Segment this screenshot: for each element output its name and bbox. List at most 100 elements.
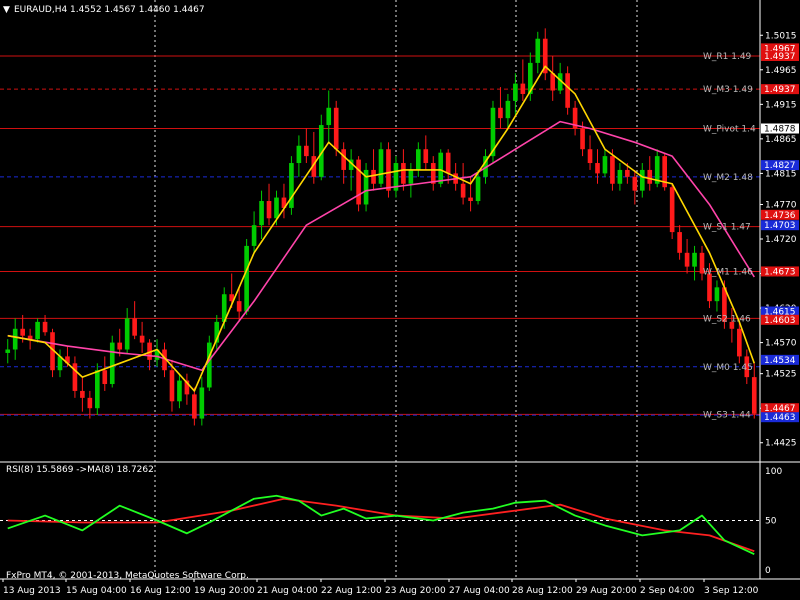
candle-body-79 [595,163,600,174]
candle-body-11 [87,397,93,409]
copyright-label: FxPro MT4, © 2001-2013, MetaQuotes Softw… [6,571,249,581]
candle-body-4 [35,321,40,340]
candle-body-36 [274,197,279,219]
candle-body-92 [692,252,697,267]
candle-body-14 [109,342,115,385]
candle-body-9 [72,363,78,391]
time-tick-label-0: 13 Aug 2013 [3,586,61,596]
candle-body-71 [535,38,541,63]
candle-body-75 [565,73,570,108]
candle-body-15 [117,342,123,350]
candle-body-100 [751,377,757,414]
candle-body-67 [505,100,511,119]
price-tick-label-6: 1.4720 [765,235,797,245]
candle-body-39 [296,145,302,164]
candle-body-66 [498,107,503,119]
level-label-5: W_M1 1.46 [703,267,753,277]
candle-body-85 [639,169,645,191]
candle-body-32 [244,245,249,312]
candle-body-55 [416,149,421,170]
rsi-tick-label-1: 50 [765,517,777,527]
chart-background [0,0,800,600]
candle-body-26 [199,387,205,419]
rsi-tick-label-0: 100 [765,467,782,477]
candle-body-62 [468,197,473,202]
price-tag-10: 1.4534 [764,356,796,366]
price-tag-7: 1.4673 [764,267,796,277]
candle-body-40 [304,145,309,157]
price-tag-3: 1.4878 [764,125,796,135]
candle-body-5 [42,321,48,333]
candle-body-0 [5,349,11,353]
time-tick-label-5: 22 Aug 12:00 [321,586,382,596]
candle-body-53 [401,163,406,184]
symbol-header: EURAUD,H4 1.4552 1.4567 1.4460 1.4467 [14,5,205,15]
time-tick-label-9: 29 Aug 20:00 [576,586,637,596]
candle-body-81 [610,156,615,184]
candle-body-95 [714,287,720,302]
price-tag-9: 1.4603 [764,316,796,326]
candle-body-45 [341,149,346,170]
candle-body-1 [12,328,18,350]
candle-body-98 [737,328,742,357]
candle-body-82 [617,169,623,184]
candle-body-47 [356,159,361,205]
price-tag-6: 1.4703 [764,221,796,231]
candle-body-68 [513,83,518,101]
time-tick-label-10: 2 Sep 04:00 [640,586,695,596]
candle-body-50 [378,149,384,184]
time-tick-label-8: 28 Aug 12:00 [512,586,573,596]
candle-body-89 [669,187,675,233]
candle-body-80 [602,156,608,174]
price-tag-1: 1.4937 [764,52,796,62]
time-tick-label-3: 19 Aug 20:00 [194,586,255,596]
time-tick-label-6: 23 Aug 20:00 [385,586,446,596]
candle-body-44 [333,107,339,150]
candle-body-18 [139,335,145,343]
candle-body-27 [206,342,212,388]
candle-body-90 [677,232,682,253]
candle-body-54 [408,169,414,184]
candle-body-58 [438,152,444,184]
price-chart[interactable]: W_R1 1.49 W_M3 1.49 W_Pivot 1.4 W_M2 1.48 W_… [0,0,800,600]
candle-body-35 [266,201,272,219]
rsi-label: RSI(8) 15.5869 ->MA(8) 18.7262 [6,465,154,475]
menu-arrow-icon[interactable]: ▼ [3,5,10,15]
price-tag-5: 1.4736 [764,211,796,221]
candle-body-63 [475,176,481,202]
candle-body-56 [423,149,429,164]
candle-body-2 [20,328,25,336]
candle-body-84 [632,176,638,191]
candle-body-61 [460,183,466,198]
price-tick-label-3: 1.4865 [765,135,797,145]
candle-body-59 [445,152,451,174]
time-tick-label-2: 16 Aug 12:00 [130,586,191,596]
price-tag-2: 1.4937 [764,85,796,95]
level-label-1: W_M3 1.49 [703,85,753,95]
price-tick-label-1: 1.4965 [765,66,797,76]
candle-body-83 [625,169,630,177]
price-tick-label-10: 1.4525 [765,370,797,380]
rsi-tick-label-2: 0 [765,566,771,576]
candle-body-57 [430,163,436,184]
candle-body-17 [132,318,137,336]
price-tag-12: 1.4463 [764,413,796,423]
time-tick-label-11: 3 Sep 12:00 [704,586,759,596]
candle-body-77 [580,128,585,150]
price-tick-label-5: 1.4770 [765,200,797,210]
candle-body-78 [587,149,593,164]
level-label-8: W_S3 1.44 [703,410,751,420]
time-tick-label-4: 21 Aug 04:00 [257,586,318,596]
candle-body-69 [520,83,526,94]
candle-body-31 [236,301,242,312]
level-label-4: W_S1 1.47 [703,223,751,233]
candle-body-43 [326,107,332,126]
candle-body-23 [177,380,182,402]
candle-body-33 [251,225,257,246]
candle-body-51 [386,149,391,191]
candle-body-34 [259,201,264,226]
price-tick-label-0: 1.5015 [765,31,797,41]
price-tag-4: 1.4827 [764,161,796,171]
candle-body-22 [169,370,175,402]
candle-body-73 [550,73,556,91]
